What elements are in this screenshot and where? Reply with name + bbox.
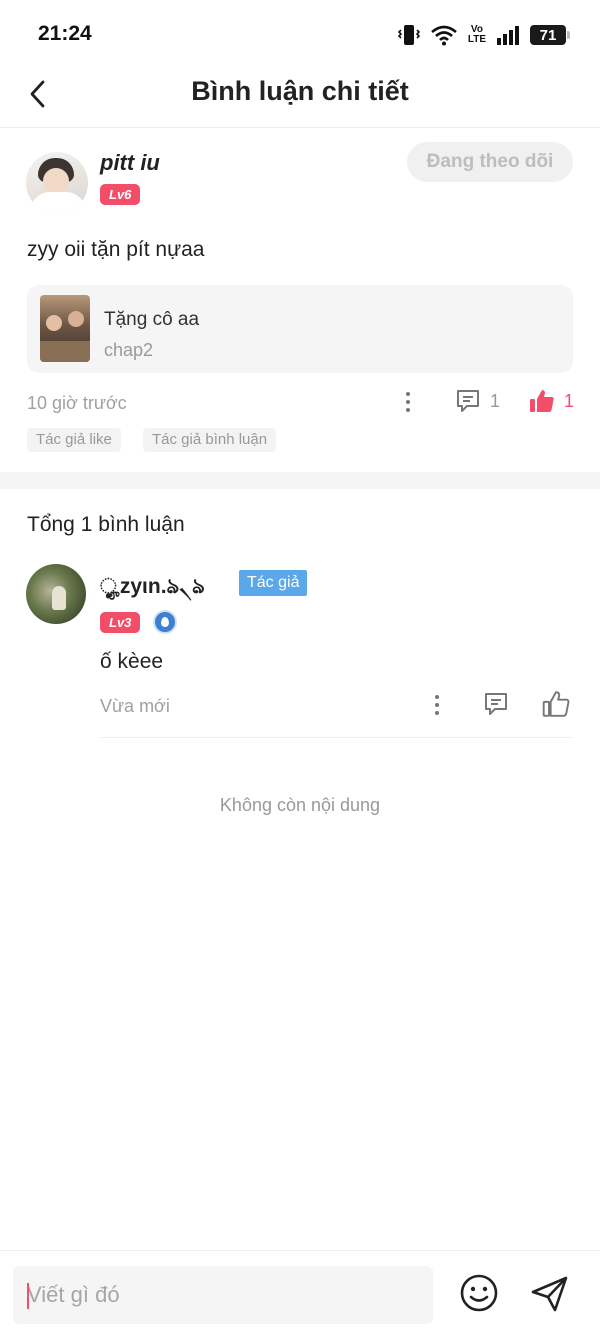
comment-avatar[interactable]	[26, 564, 86, 624]
chapter-thumbnail	[40, 295, 90, 362]
signal-icon	[497, 26, 519, 45]
comment-username[interactable]: ೄ̥͙zyιn.ঌ৲ঌ	[100, 570, 205, 605]
like-count: 1	[564, 390, 575, 411]
volte-icon: Vo LTE	[468, 25, 486, 45]
comment-input[interactable]: Viết gì đó	[13, 1266, 433, 1324]
thumbs-up-outline-icon	[542, 691, 570, 717]
comment-like-button[interactable]	[541, 689, 571, 724]
wifi-icon	[431, 25, 457, 46]
comment-icon	[485, 693, 507, 715]
thumbs-up-icon	[530, 390, 554, 412]
chapter-reference-card[interactable]: Tặng cô aa chap2	[27, 285, 573, 373]
comment-more-button[interactable]	[427, 690, 447, 720]
level-badge: Lv6	[100, 184, 141, 205]
battery-icon: 71	[530, 25, 570, 45]
text-caret	[27, 1283, 29, 1309]
reference-chapter: chap2	[104, 340, 154, 360]
section-divider	[0, 472, 600, 489]
comment-level-badge: Lv3	[100, 612, 141, 633]
smiley-icon	[460, 1274, 498, 1312]
author-commented-tag: Tác giả bình luận	[143, 428, 277, 452]
vip-badge-icon	[153, 610, 177, 634]
comment-divider	[100, 737, 573, 738]
send-icon	[531, 1276, 568, 1312]
comments-total: Tổng 1 bình luận	[27, 513, 185, 536]
like-button[interactable]: 1	[528, 387, 574, 415]
app-header: Bình luận chi tiết	[0, 66, 600, 128]
avatar[interactable]	[26, 152, 88, 214]
comment-timestamp: Vừa mới	[100, 696, 170, 716]
status-time: 21:24	[38, 22, 92, 45]
author-badge: Tác giả	[239, 570, 308, 596]
comment-input-placeholder: Viết gì đó	[27, 1282, 120, 1307]
status-bar: 21:24 Vo LTE 71	[0, 0, 600, 66]
post-timestamp: 10 giờ trước	[27, 393, 127, 413]
status-icons: Vo LTE 71	[397, 22, 570, 48]
comment-button[interactable]: 1	[454, 387, 500, 415]
post-detail: pitt iu Lv6 Đang theo dõi zyy oii tặn pí…	[0, 128, 600, 472]
comment-icon	[457, 390, 479, 412]
comment-count: 1	[490, 390, 501, 411]
end-of-list-label: Không còn nội dung	[219, 795, 381, 815]
emoji-button[interactable]	[459, 1273, 499, 1313]
page-title: Bình luận chi tiết	[191, 76, 409, 106]
volte-bottom: LTE	[467, 34, 486, 45]
author-liked-tag: Tác giả like	[27, 428, 121, 452]
post-username[interactable]: pitt iu	[100, 150, 160, 176]
comment-composer: Viết gì đó	[0, 1250, 600, 1337]
more-options-button[interactable]	[398, 387, 418, 417]
reply-button[interactable]	[482, 690, 510, 723]
send-button[interactable]	[529, 1273, 571, 1315]
comment-text: ố kèee	[100, 650, 164, 673]
reference-title: Tặng cô aa	[104, 309, 200, 330]
following-button[interactable]: Đang theo dõi	[407, 142, 573, 182]
post-text: zyy oii tặn pít nựaa	[27, 238, 205, 261]
vibrate-icon	[397, 25, 420, 45]
